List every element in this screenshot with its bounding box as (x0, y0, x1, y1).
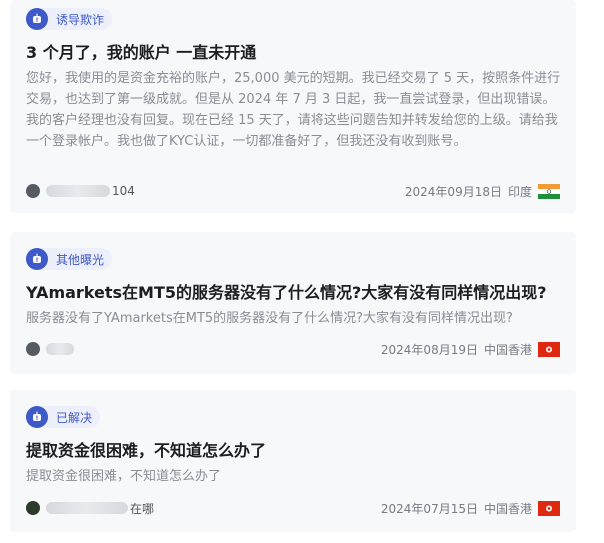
category-tag-label: 诱导欺诈 (56, 12, 105, 27)
alert-robot-icon (26, 406, 48, 428)
alert-robot-icon (26, 248, 48, 270)
avatar[interactable] (26, 184, 40, 198)
post-excerpt: 服务器没有了YAmarkets在MT5的服务器没有了什么情况?大家有没有同样情况… (26, 311, 513, 326)
category-tag[interactable]: 已解决 (26, 406, 101, 428)
post-title[interactable]: 提取资金很困难，不知道怎么办了 (26, 440, 566, 462)
post-title[interactable]: YAmarkets在MT5的服务器没有了什么情况?大家有没有同样情况出现? (26, 282, 566, 304)
hong-kong-flag-icon (538, 500, 560, 516)
post-card[interactable]: 已解决 提取资金很困难，不知道怎么办了 提取资金很困难，不知道怎么办了 在哪 2… (10, 390, 576, 532)
category-tag[interactable]: 诱导欺诈 (26, 8, 113, 30)
post-region: 印度 (507, 184, 532, 199)
avatar[interactable] (26, 342, 40, 356)
india-flag-icon (538, 183, 560, 199)
post-meta: 104 2024年09月18日 印度 (26, 181, 560, 201)
post-meta: 在哪 2024年07月15日 中国香港 (26, 498, 560, 518)
post-excerpt: 提取资金很困难，不知道怎么办了 (26, 469, 222, 484)
alert-robot-icon (26, 8, 48, 30)
post-excerpt: 您好，我使用的是资金充裕的账户，25,000 美元的短期。我已经交易了 5 天，… (26, 71, 561, 149)
username-blurred[interactable] (46, 343, 74, 355)
post-region: 中国香港 (483, 501, 532, 516)
post-meta: 2024年08月19日 中国香港 (26, 339, 560, 359)
category-tag-label: 其他曝光 (56, 252, 105, 267)
username-blurred[interactable] (46, 185, 110, 197)
post-date: 2024年09月18日 (404, 184, 502, 199)
post-title[interactable]: 3 个月了，我的账户 一直未开通 (26, 42, 560, 64)
post-date: 2024年07月15日 (380, 501, 478, 516)
post-date: 2024年08月19日 (380, 342, 478, 357)
username-blurred[interactable] (46, 502, 128, 514)
post-card[interactable]: 其他曝光 YAmarkets在MT5的服务器没有了什么情况?大家有没有同样情况出… (10, 232, 576, 374)
category-tag[interactable]: 其他曝光 (26, 248, 113, 270)
post-region: 中国香港 (483, 342, 532, 357)
username[interactable]: 在哪 (130, 500, 154, 517)
avatar[interactable] (26, 501, 40, 515)
hong-kong-flag-icon (538, 341, 560, 357)
post-card[interactable]: 诱导欺诈 3 个月了，我的账户 一直未开通 您好，我使用的是资金充裕的账户，25… (10, 0, 576, 213)
username[interactable]: 104 (112, 184, 135, 198)
category-tag-label: 已解决 (56, 410, 93, 425)
